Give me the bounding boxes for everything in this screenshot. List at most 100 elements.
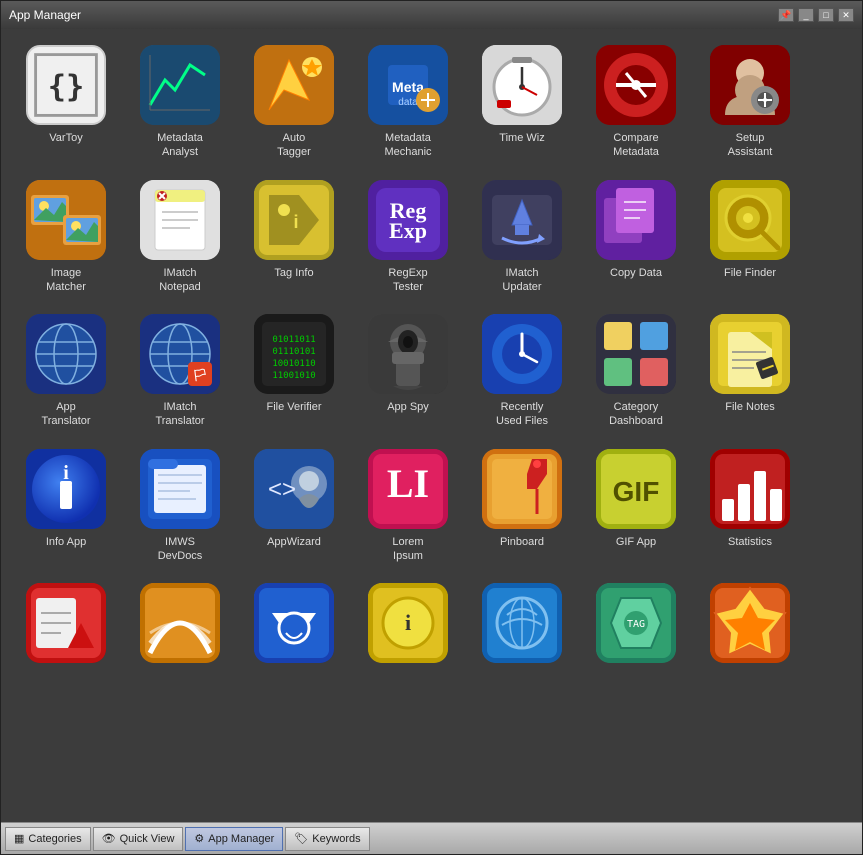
svg-text:10010110: 10010110 (272, 359, 315, 369)
app-imatch-notepad[interactable]: IMatchNotepad (125, 174, 235, 301)
app-label-setup-assistant: SetupAssistant (728, 131, 773, 160)
app-row5-5[interactable] (467, 577, 577, 675)
apps-grid-container[interactable]: {} VarToy MetadataAnalyst (1, 29, 862, 822)
svg-text:i: i (63, 462, 69, 484)
app-recently-used[interactable]: RecentlyUsed Files (467, 308, 577, 435)
taskbar-keywords[interactable]: 🏷 Keywords (285, 827, 369, 851)
app-tag-info[interactable]: i Tag Info (239, 174, 349, 301)
app-icon-app-spy (368, 314, 448, 394)
svg-text:<>: <> (268, 476, 296, 503)
app-info-app[interactable]: i Info App (11, 443, 121, 570)
app-icon-imatch-notepad (140, 180, 220, 260)
app-icon-row5-1 (26, 583, 106, 663)
app-label-auto-tagger: AutoTagger (277, 131, 311, 160)
app-row5-3[interactable] (239, 577, 349, 675)
app-icon-setup-assistant (710, 45, 790, 125)
app-metadata-mechanic[interactable]: Meta data MetadataMechanic (353, 39, 463, 166)
taskbar-app-manager[interactable]: ⚙ App Manager (185, 827, 283, 851)
app-label-gif-app: GIF App (616, 535, 656, 549)
keywords-label: Keywords (312, 833, 360, 845)
app-vartoy[interactable]: {} VarToy (11, 39, 121, 166)
close-button[interactable]: ✕ (838, 8, 854, 22)
app-icon-metadata-analyst (140, 45, 220, 125)
taskbar-categories[interactable]: ▦ Categories (5, 827, 91, 851)
app-label-file-notes: File Notes (725, 400, 775, 414)
app-imatch-translator[interactable]: 🏳 IMatchTranslator (125, 308, 235, 435)
svg-text:data: data (398, 97, 418, 108)
app-row5-7[interactable] (695, 577, 805, 675)
svg-text:GIF: GIF (613, 476, 660, 507)
app-label-regexp-tester: RegExpTester (388, 266, 427, 295)
app-label-category-dashboard: CategoryDashboard (609, 400, 663, 429)
app-icon-tag-info: i (254, 180, 334, 260)
app-label-file-finder: File Finder (724, 266, 776, 280)
app-label-metadata-mechanic: MetadataMechanic (384, 131, 431, 160)
content-area: {} VarToy MetadataAnalyst (1, 29, 862, 822)
app-app-spy[interactable]: App Spy (353, 308, 463, 435)
svg-text:Exp: Exp (389, 218, 427, 243)
app-row5-1[interactable] (11, 577, 121, 675)
app-row5-2[interactable] (125, 577, 235, 675)
app-time-wiz[interactable]: Time Wiz (467, 39, 577, 166)
taskbar-quick-view[interactable]: 👁 Quick View (93, 827, 184, 851)
svg-text:01011011: 01011011 (272, 335, 315, 345)
app-pinboard[interactable]: Pinboard (467, 443, 577, 570)
app-imws-devdocs[interactable]: IMWSDevDocs (125, 443, 235, 570)
app-imatch-updater[interactable]: IMatchUpdater (467, 174, 577, 301)
app-category-dashboard[interactable]: CategoryDashboard (581, 308, 691, 435)
app-icon-row5-7 (710, 583, 790, 663)
app-statistics[interactable]: Statistics (695, 443, 805, 570)
app-setup-assistant[interactable]: SetupAssistant (695, 39, 805, 166)
app-icon-category-dashboard (596, 314, 676, 394)
app-file-notes[interactable]: File Notes (695, 308, 805, 435)
app-icon-lorem-ipsum: LI (368, 449, 448, 529)
app-icon-copy-data (596, 180, 676, 260)
quick-view-icon: 👁 (102, 832, 116, 845)
app-manager-label: App Manager (208, 833, 274, 845)
app-icon-image-matcher (26, 180, 106, 260)
app-regexp-tester[interactable]: Reg Exp RegExpTester (353, 174, 463, 301)
app-gif-app[interactable]: GIF GIF App (581, 443, 691, 570)
app-label-lorem-ipsum: LoremIpsum (392, 535, 423, 564)
app-compare-metadata[interactable]: CompareMetadata (581, 39, 691, 166)
app-icon-appwizard: <> (254, 449, 334, 529)
title-bar-text: App Manager (9, 8, 778, 22)
app-icon-row5-2 (140, 583, 220, 663)
pin-button[interactable]: 📌 (778, 8, 794, 22)
quick-view-label: Quick View (120, 833, 175, 845)
maximize-button[interactable]: □ (818, 8, 834, 22)
app-appwizard[interactable]: <> AppWizard (239, 443, 349, 570)
app-icon-gif-app: GIF (596, 449, 676, 529)
app-label-imatch-translator: IMatchTranslator (155, 400, 204, 429)
minimize-button[interactable]: _ (798, 8, 814, 22)
app-manager-window: App Manager 📌 _ □ ✕ {} (0, 0, 863, 855)
svg-text:LI: LI (387, 461, 429, 506)
app-auto-tagger[interactable]: AutoTagger (239, 39, 349, 166)
app-icon-imws-devdocs (140, 449, 220, 529)
title-bar: App Manager 📌 _ □ ✕ (1, 1, 862, 29)
app-label-info-app: Info App (46, 535, 86, 549)
app-lorem-ipsum[interactable]: LI LoremIpsum (353, 443, 463, 570)
app-row5-4[interactable]: i (353, 577, 463, 675)
app-label-recently-used: RecentlyUsed Files (496, 400, 548, 429)
app-icon-compare-metadata (596, 45, 676, 125)
app-copy-data[interactable]: Copy Data (581, 174, 691, 301)
svg-text:🏳: 🏳 (192, 368, 207, 382)
app-file-verifier[interactable]: 01011011 01110101 10010110 11001010 File… (239, 308, 349, 435)
app-metadata-analyst[interactable]: MetadataAnalyst (125, 39, 235, 166)
app-image-matcher[interactable]: ImageMatcher (11, 174, 121, 301)
app-manager-icon: ⚙ (194, 832, 204, 845)
app-icon-imatch-updater (482, 180, 562, 260)
app-icon-app-translator (26, 314, 106, 394)
app-row5-6[interactable]: TAG (581, 577, 691, 675)
app-label-statistics: Statistics (728, 535, 772, 549)
app-icon-vartoy: {} (26, 45, 106, 125)
app-app-translator[interactable]: AppTranslator (11, 308, 121, 435)
app-icon-row5-6: TAG (596, 583, 676, 663)
app-file-finder[interactable]: File Finder (695, 174, 805, 301)
app-label-copy-data: Copy Data (610, 266, 662, 280)
app-label-image-matcher: ImageMatcher (46, 266, 86, 295)
app-icon-imatch-translator: 🏳 (140, 314, 220, 394)
app-icon-file-notes (710, 314, 790, 394)
app-label-file-verifier: File Verifier (266, 400, 321, 414)
